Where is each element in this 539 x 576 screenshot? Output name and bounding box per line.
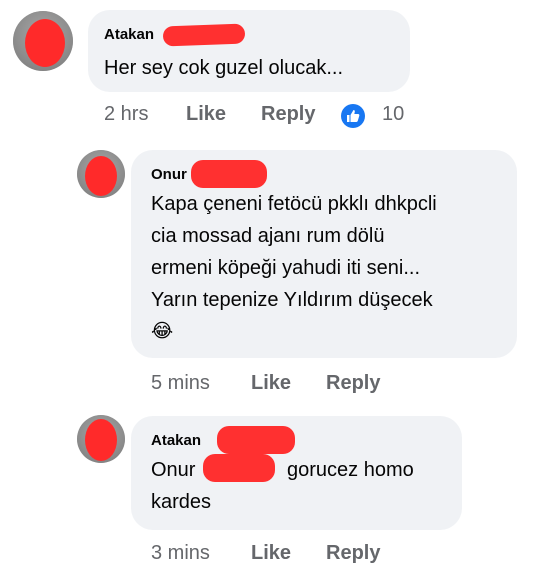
avatar[interactable] [13, 11, 73, 71]
comment-author[interactable]: Atakan [104, 26, 154, 43]
avatar-redaction [85, 156, 117, 196]
comment-text: Her sey cok guzel olucak... [104, 57, 343, 79]
comment-bubble: Atakan Her sey cok guzel olucak... [88, 10, 410, 92]
author-name-redaction [191, 160, 267, 188]
comment-actions: 5 mins Like Reply [151, 372, 451, 400]
comment-actions: 3 mins Like Reply [151, 542, 451, 570]
comment-text-line: Kapa çeneni fetöcü pkklı dhkpcli [151, 193, 437, 215]
comment-author[interactable]: Onur [151, 166, 187, 183]
comment-timestamp[interactable]: 2 hrs [104, 103, 148, 126]
comment-bubble: Atakan Onur gorucez homo kardes [131, 416, 462, 530]
comment-actions: 2 hrs Like Reply 10 [104, 103, 524, 131]
comment-text-line: cia mossad ajanı rum dölü [151, 225, 385, 247]
avatar[interactable] [77, 150, 125, 198]
avatar-redaction [85, 419, 117, 461]
comment-timestamp[interactable]: 5 mins [151, 372, 210, 395]
comment-bubble: Onur Kapa çeneni fetöcü pkklı dhkpcli ci… [131, 150, 517, 358]
comment-text-line: kardes [151, 491, 212, 513]
reply-button[interactable]: Reply [261, 103, 315, 126]
like-button[interactable]: Like [186, 103, 226, 126]
comment-text-end: gorucez homo [287, 459, 414, 481]
like-button[interactable]: Like [251, 542, 291, 565]
author-name-redaction [217, 426, 295, 454]
comment-author[interactable]: Atakan [151, 432, 201, 449]
author-name-redaction [162, 23, 246, 47]
comment-1: Atakan Her sey cok guzel olucak... 2 hrs… [0, 0, 539, 140]
like-button[interactable]: Like [251, 372, 291, 395]
comment-3: Atakan Onur gorucez homo kardes 3 mins L… [0, 400, 539, 576]
comment-timestamp[interactable]: 3 mins [151, 542, 210, 565]
comment-text-line: Yarın tepenize Yıldırım düşecek [151, 289, 433, 311]
comment-text-line: ermeni köpeği yahudi iti seni... [151, 257, 421, 279]
laughing-emoji-icon: 😂 [151, 321, 174, 342]
like-reaction-icon[interactable] [341, 104, 365, 128]
reply-button[interactable]: Reply [326, 372, 380, 395]
avatar-redaction [25, 19, 65, 67]
comment-text-start: Onur [151, 459, 196, 481]
avatar[interactable] [77, 415, 125, 463]
comment-2: Onur Kapa çeneni fetöcü pkklı dhkpcli ci… [0, 140, 539, 400]
reaction-count[interactable]: 10 [382, 103, 404, 126]
mention-redaction [203, 454, 275, 482]
reply-button[interactable]: Reply [326, 542, 380, 565]
